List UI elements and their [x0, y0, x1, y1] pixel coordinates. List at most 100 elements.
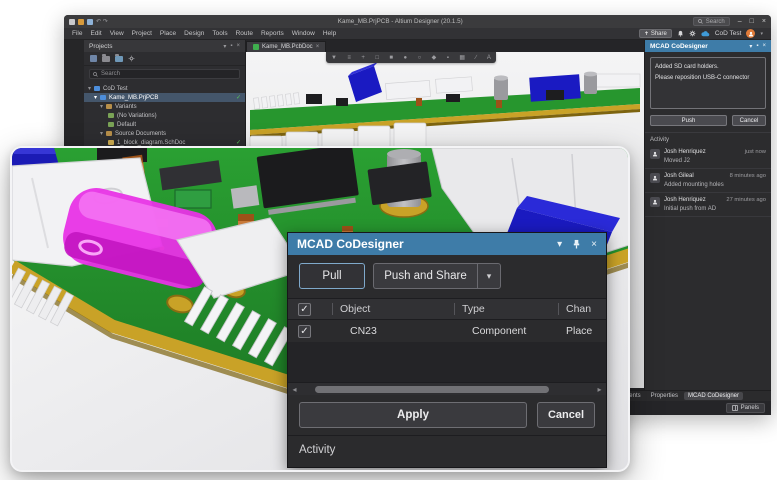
avatar[interactable]: [746, 29, 755, 38]
menu-design[interactable]: Design: [180, 30, 208, 37]
menu-help[interactable]: Help: [319, 30, 340, 37]
titlebar: ↶ ↷ Kame_MB.PrjPCB - Altium Designer (20…: [64, 15, 771, 28]
panels-button[interactable]: Panels: [726, 403, 765, 413]
apply-button[interactable]: Apply: [299, 402, 527, 428]
column-change[interactable]: Chan: [566, 299, 591, 319]
tab-close-icon[interactable]: ×: [316, 44, 320, 50]
activity-action: Added mounting holes: [664, 182, 766, 188]
push-share-dropdown[interactable]: ▾: [477, 263, 501, 289]
activity-item[interactable]: Josh Henriquez27 minutes ago Initial pus…: [645, 193, 771, 217]
cloud-icon[interactable]: [701, 31, 710, 37]
menu-tools[interactable]: Tools: [208, 30, 231, 37]
window-title: Kame_MB.PrjPCB - Altium Designer (20.1.5…: [108, 18, 693, 25]
save-project-icon[interactable]: [90, 55, 97, 62]
select-icon[interactable]: +: [361, 55, 365, 61]
projects-panel-header: Projects ▾ ▪ ×: [84, 40, 245, 52]
activity-item[interactable]: Josh Gileal8 minutes ago Added mounting …: [645, 169, 771, 193]
panel-dropdown-icon[interactable]: ▾: [223, 43, 226, 50]
user-avatar: [650, 173, 660, 183]
pad-icon[interactable]: ●: [404, 55, 408, 61]
menu-route[interactable]: Route: [232, 30, 257, 37]
row-checkbox[interactable]: ✓: [298, 325, 311, 338]
route-icon[interactable]: ◆: [432, 54, 437, 61]
close-button[interactable]: ×: [762, 18, 766, 25]
app-icons[interactable]: ↶ ↷: [69, 18, 108, 25]
dialog-dropdown-icon[interactable]: ▾: [557, 239, 562, 250]
user-avatar: [650, 197, 660, 207]
component-icon[interactable]: ■: [389, 55, 393, 61]
cancel-button[interactable]: Cancel: [537, 402, 595, 428]
bell-icon[interactable]: [677, 30, 684, 37]
cancel-button[interactable]: Cancel: [732, 115, 766, 126]
filter-icon[interactable]: ▼: [331, 55, 337, 61]
activity-item[interactable]: Josh Henriquezjust now Moved J2: [645, 145, 771, 169]
panel-pin-icon[interactable]: ▪: [756, 43, 758, 50]
panel-pin-icon[interactable]: ▪: [230, 43, 232, 50]
undo-redo-icon[interactable]: ↶ ↷: [96, 18, 108, 25]
pull-button[interactable]: Pull: [299, 263, 365, 289]
panel-dropdown-icon[interactable]: ▾: [749, 43, 752, 50]
tree-item-selected[interactable]: ▾Kame_MB.PrjPCB✓: [84, 93, 245, 102]
push-and-share-button[interactable]: Push and Share ▾: [373, 263, 501, 289]
activity-title: Activity: [645, 133, 771, 145]
menu-view[interactable]: View: [106, 30, 128, 37]
tree-item[interactable]: ▾Source Documents: [84, 129, 245, 138]
workspace-name[interactable]: CoD Test: [715, 30, 742, 37]
app-icon[interactable]: [69, 19, 75, 25]
menu-edit[interactable]: Edit: [86, 30, 105, 37]
tab-properties[interactable]: Properties: [647, 392, 682, 400]
polygon-icon[interactable]: ▪: [447, 55, 449, 61]
mcad-codesigner-panel: MCAD CoDesigner ▾ ▪ × Added SD card hold…: [644, 40, 771, 390]
projects-search-input[interactable]: Search: [89, 69, 240, 79]
menu-reports[interactable]: Reports: [257, 30, 288, 37]
folder-icon[interactable]: [102, 56, 110, 62]
folder-icon: [106, 104, 112, 109]
via-icon[interactable]: ○: [418, 55, 422, 61]
panel-close-icon[interactable]: ×: [762, 43, 766, 50]
dialog-header[interactable]: MCAD CoDesigner ▾ ×: [288, 233, 606, 255]
measure-icon[interactable]: ∕: [475, 55, 476, 61]
document-tab[interactable]: Kame_MB.PcbDoc ×: [246, 41, 326, 52]
tree-item[interactable]: (No Variations): [84, 111, 245, 120]
dialog-close-icon[interactable]: ×: [591, 239, 597, 250]
push-comment-input[interactable]: Added SD card holders. Please reposition…: [650, 57, 766, 109]
tree-item[interactable]: ▾Variants: [84, 102, 245, 111]
person-icon: [652, 199, 658, 205]
save-icon[interactable]: [78, 19, 84, 25]
menu-file[interactable]: File: [68, 30, 86, 37]
mcad-panel-title: MCAD CoDesigner: [650, 43, 708, 50]
schematic-doc-icon: [108, 140, 114, 145]
horizontal-scrollbar[interactable]: ◂ ▸: [288, 382, 606, 395]
pin-icon[interactable]: [572, 239, 581, 249]
scroll-left-icon[interactable]: ◂: [288, 385, 301, 394]
panel-close-icon[interactable]: ×: [236, 43, 240, 50]
open-icon[interactable]: [87, 19, 93, 25]
gear-icon[interactable]: [689, 30, 696, 37]
grid-icon[interactable]: ▦: [459, 54, 465, 61]
menu-project[interactable]: Project: [128, 30, 156, 37]
maximize-button[interactable]: □: [750, 18, 754, 25]
folder-compare-icon[interactable]: [115, 56, 123, 62]
minimize-button[interactable]: –: [738, 18, 742, 25]
share-button[interactable]: Share: [639, 29, 672, 38]
global-search-input[interactable]: Search: [693, 17, 730, 26]
settings-gear-icon[interactable]: [128, 55, 135, 62]
text-icon[interactable]: A: [487, 55, 491, 61]
menu-place[interactable]: Place: [156, 30, 180, 37]
scroll-right-icon[interactable]: ▸: [593, 385, 606, 394]
menu-window[interactable]: Window: [288, 30, 319, 37]
chevron-down-icon[interactable]: ▾: [760, 31, 763, 37]
column-object[interactable]: Object: [340, 299, 370, 319]
select-all-checkbox[interactable]: ✓: [298, 303, 311, 316]
document-tabstrip: Kame_MB.PcbDoc ×: [246, 40, 644, 52]
layers-icon[interactable]: ≡: [347, 55, 351, 61]
tab-mcad-codesigner[interactable]: MCAD CoDesigner: [684, 392, 743, 400]
column-type[interactable]: Type: [462, 299, 485, 319]
tree-item[interactable]: Default: [84, 120, 245, 129]
board-icon[interactable]: □: [375, 55, 379, 61]
person-icon: [652, 151, 658, 157]
scrollbar-thumb[interactable]: [315, 386, 549, 393]
push-button[interactable]: Push: [650, 115, 727, 126]
change-row-cn23[interactable]: ✓ CN23 Component Place: [288, 320, 606, 342]
tree-item[interactable]: ▾CoD Test: [84, 84, 245, 93]
